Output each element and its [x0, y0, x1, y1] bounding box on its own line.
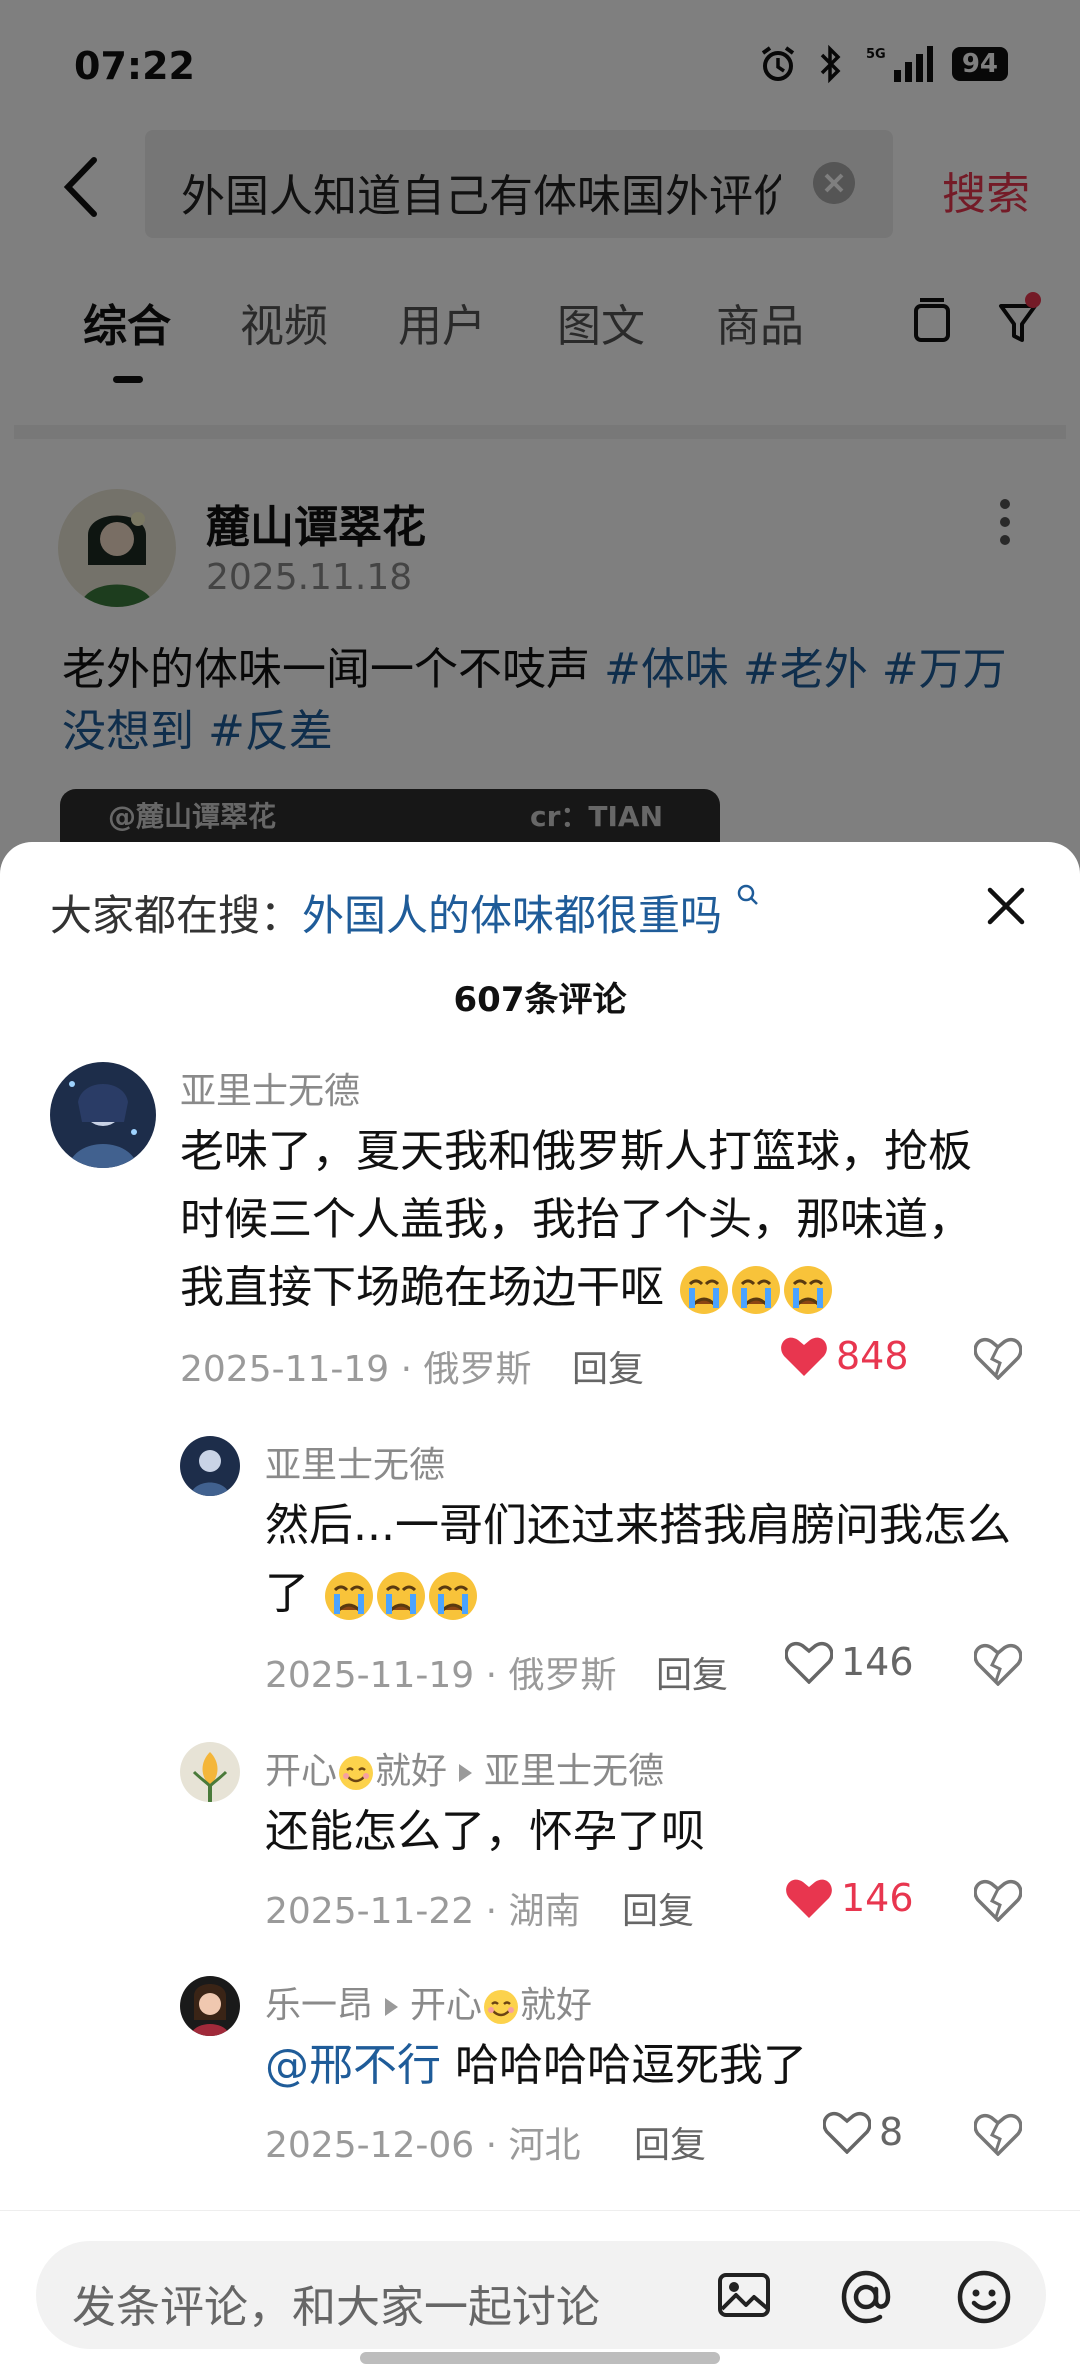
heart-outline-icon [823, 2111, 871, 2154]
modal-backdrop[interactable] [0, 0, 1080, 860]
reply-to-arrow-icon [385, 1998, 399, 2016]
reply-button[interactable]: 回复 [622, 1882, 694, 1934]
like-button[interactable]: 8 [823, 2110, 903, 2154]
commenter-name-suffix: 就好 [375, 1751, 448, 1792]
reply-button[interactable]: 回复 [572, 1340, 644, 1392]
commenter-avatar[interactable] [180, 1436, 240, 1496]
comment-input[interactable]: 发条评论，和大家一起讨论 [36, 2241, 1046, 2349]
comment-meta: 2025-11-19 · 俄罗斯 [180, 1349, 532, 1390]
close-icon[interactable] [984, 884, 1028, 928]
dislike-heart-icon[interactable] [974, 1878, 1022, 1922]
comment-text-body: 哈哈哈哈逗死我了 [441, 2040, 807, 2091]
dislike-heart-icon[interactable] [974, 1336, 1022, 1380]
dislike-heart-icon[interactable] [974, 1642, 1022, 1686]
comment-meta: 2025-11-22 · 湖南 [265, 1891, 581, 1932]
commenter-name[interactable]: 开心 [265, 1751, 337, 1792]
commenter-avatar[interactable] [180, 1976, 240, 2036]
comment-count: 607条评论 [453, 980, 627, 1020]
reply-item: 开心 就好 亚里士无德 还能怎么了，怀孕了呗 2025-11-22 · 湖南 回复 … [0, 1742, 1080, 1932]
image-picker-icon[interactable] [716, 2267, 772, 2323]
smiling-face-icon [484, 1990, 519, 2024]
heart-outline-icon [785, 1641, 833, 1684]
like-button[interactable]: 848 [780, 1334, 909, 1378]
screen: 07:22 5G 94 外国人知道自己有体味国外评价 搜索 综合 视频 用户 图… [0, 0, 1080, 2378]
heart-filled-icon [786, 1879, 832, 1918]
like-count: 146 [841, 1640, 914, 1684]
commenter-name[interactable]: 亚里士无德 [180, 1062, 360, 1114]
home-indicator[interactable] [360, 2352, 720, 2364]
reply-to-name-suffix: 就好 [520, 1985, 593, 2026]
commenter-name[interactable]: 乐一昂 [265, 1985, 373, 2026]
trending-search-hint: 大家都在搜：外国人的体味都很重吗 [50, 882, 761, 943]
mention-link[interactable]: @邢不行 [265, 2040, 441, 2091]
comment-meta: 2025-11-19 · 俄罗斯 [265, 1655, 617, 1696]
like-button[interactable]: 146 [785, 1640, 914, 1684]
reply-to-name[interactable]: 亚里士无德 [484, 1751, 664, 1792]
comment-text: 还能怎么了，怀孕了呗 [265, 1798, 1025, 1866]
trending-search-prefix: 大家都在搜： [50, 891, 303, 940]
like-count: 146 [841, 1876, 914, 1920]
like-count: 848 [836, 1334, 909, 1378]
commenter-name[interactable]: 亚里士无德 [265, 1436, 445, 1488]
dislike-heart-icon[interactable] [974, 2112, 1022, 2156]
comment-text: 然后...一哥们还过来搭我肩膀问我怎么了 [265, 1492, 1025, 1628]
reply-item: 乐一昂 开心 就好 @邢不行 哈哈哈哈逗死我了 2025-12-06 · 河北 回复… [0, 1976, 1080, 2166]
comment-text-body: 还能怎么了，怀孕了呗 [265, 1806, 705, 1857]
comment-text: 老味了，夏天我和俄罗斯人打篮球，抢板时候三个人盖我，我抬了个头，那味道，我直接下… [180, 1118, 1010, 1322]
mention-icon[interactable] [836, 2267, 896, 2327]
search-icon [738, 884, 759, 905]
commenter-avatar[interactable] [180, 1742, 240, 1802]
comment-text-body: 老味了，夏天我和俄罗斯人打篮球，抢板时候三个人盖我，我抬了个头，那味道，我直接下… [180, 1126, 972, 1313]
comment-item: 亚里士无德 老味了，夏天我和俄罗斯人打篮球，抢板时候三个人盖我，我抬了个头，那味… [0, 1062, 1080, 1390]
comment-text: @邢不行 哈哈哈哈逗死我了 [265, 2032, 1025, 2100]
comment-input-placeholder: 发条评论，和大家一起讨论 [72, 2282, 600, 2333]
crying-face-icon [429, 1572, 477, 1620]
crying-face-icon [325, 1572, 373, 1620]
smiling-face-icon [339, 1756, 374, 1790]
crying-face-icon [377, 1572, 425, 1620]
like-button[interactable]: 146 [785, 1876, 914, 1920]
like-count: 8 [879, 2110, 904, 2154]
reply-header: 乐一昂 开心 就好 [265, 1976, 592, 2028]
comments-sheet: 大家都在搜：外国人的体味都很重吗 607条评论 亚里士无德 老味了，夏天我和俄罗… [0, 842, 1080, 2378]
emoji-picker-icon[interactable] [954, 2267, 1014, 2327]
trending-search-link[interactable]: 外国人的体味都很重吗 [302, 891, 722, 940]
heart-filled-icon [781, 1337, 827, 1376]
reply-button[interactable]: 回复 [634, 2116, 706, 2168]
reply-button[interactable]: 回复 [656, 1646, 728, 1698]
reply-to-name[interactable]: 开心 [410, 1985, 482, 2026]
reply-to-arrow-icon [459, 1764, 473, 1782]
reply-item: 亚里士无德 然后...一哥们还过来搭我肩膀问我怎么了 2025-11-19 · … [0, 1436, 1080, 1696]
commenter-avatar[interactable] [50, 1062, 156, 1168]
crying-face-icon [732, 1266, 780, 1314]
reply-header: 开心 就好 亚里士无德 [265, 1742, 664, 1794]
comment-meta: 2025-12-06 · 河北 [265, 2125, 581, 2166]
crying-face-icon [680, 1266, 728, 1314]
crying-face-icon [784, 1266, 832, 1314]
